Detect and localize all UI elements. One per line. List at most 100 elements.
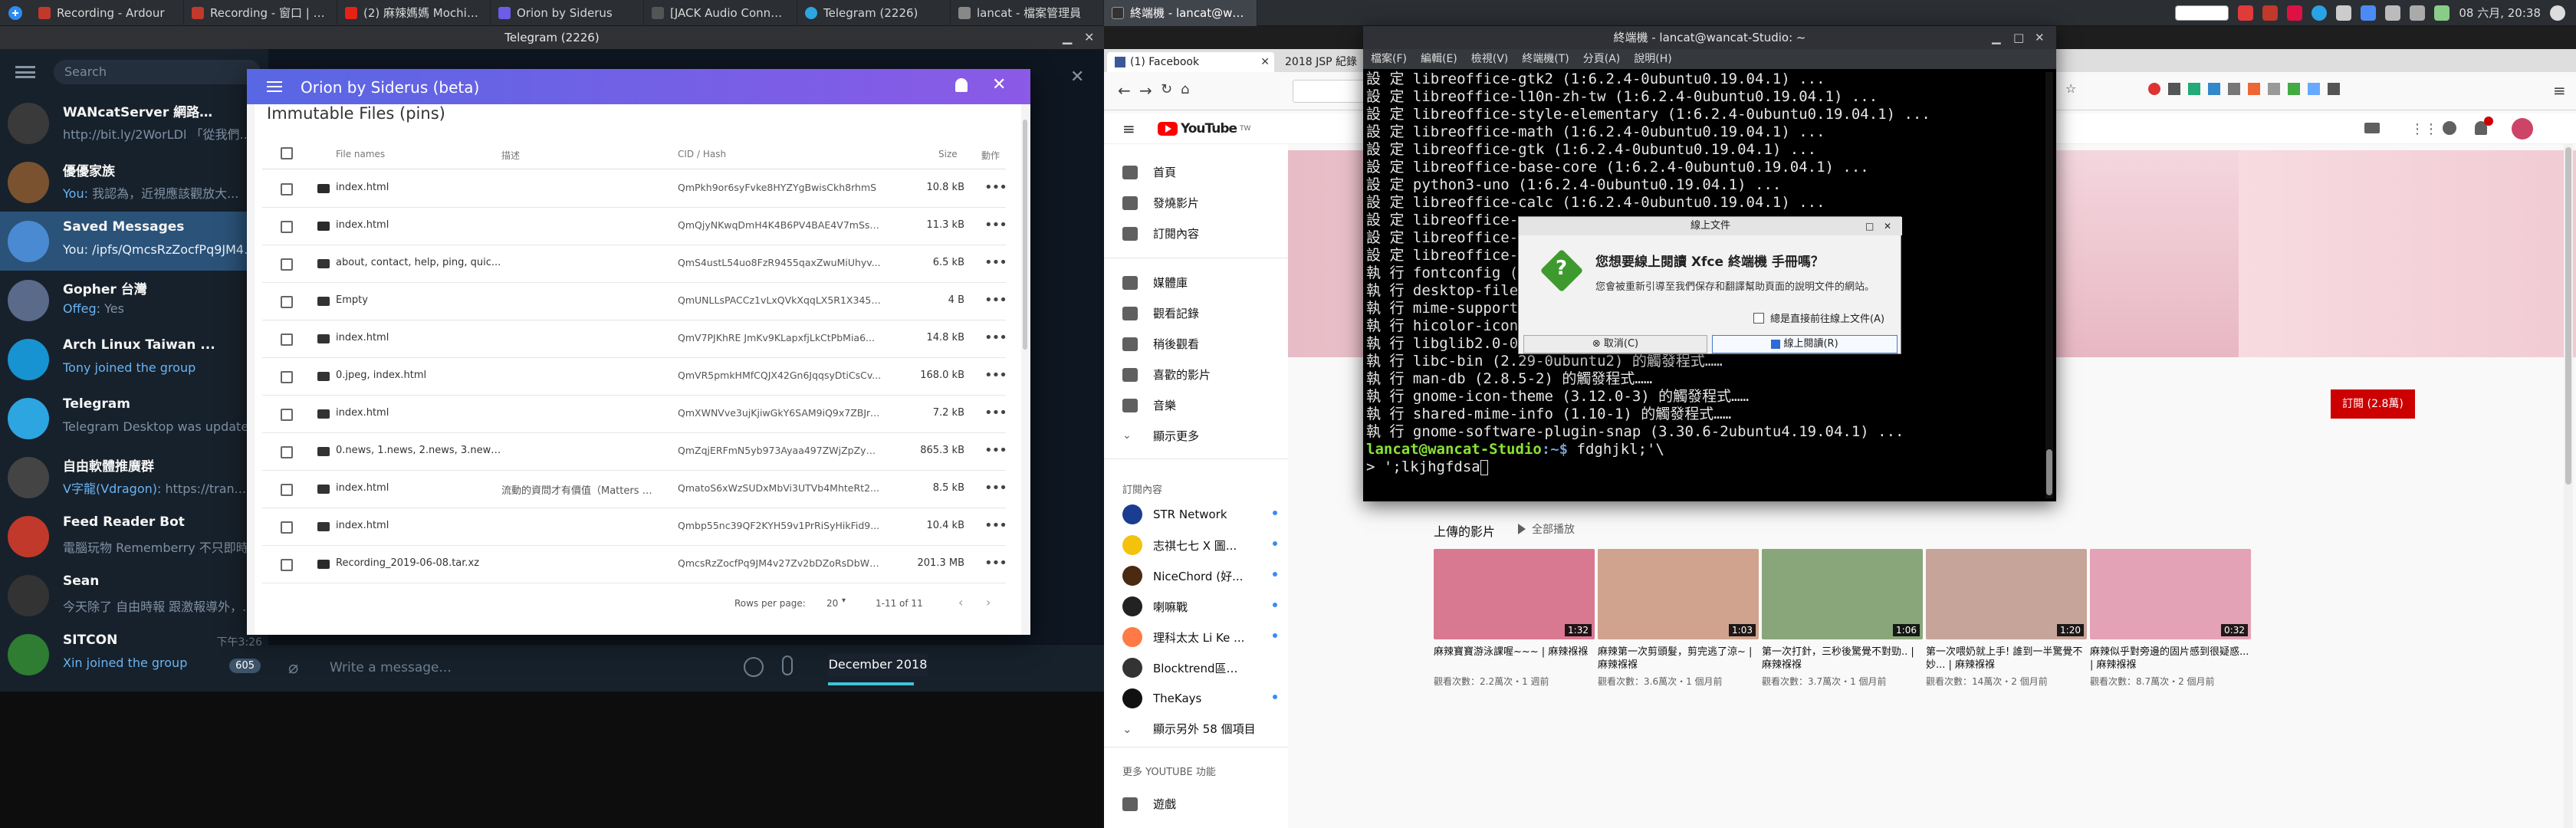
reload-icon[interactable]: ↻ — [1161, 81, 1172, 97]
rows-per-page-select[interactable]: 20 — [826, 598, 838, 609]
close-button[interactable]: ✕ — [2035, 26, 2045, 49]
extension-icon[interactable] — [2308, 83, 2320, 95]
row-checkbox[interactable] — [281, 258, 293, 271]
guide-item-watch-later[interactable]: 稍後觀看 — [1122, 336, 1199, 352]
video-card[interactable]: 1:20 第一次喂奶就上手! 誰到一半驚覺不妙... | 麻辣褓褓 觀看次數：14萬… — [1926, 549, 2087, 688]
guide-item-gaming[interactable]: 遊戲 — [1122, 796, 1176, 812]
row-checkbox[interactable] — [281, 409, 293, 421]
skype-icon[interactable] — [2312, 5, 2328, 21]
menu-tabs[interactable]: 分頁(A) — [1583, 49, 1621, 69]
chat-item[interactable]: Arch Linux Taiwan ... Tony joined the gro… — [0, 330, 268, 389]
youtube-logo[interactable]: YouTube TW — [1158, 121, 1250, 136]
column-header-size[interactable]: Size — [938, 149, 958, 159]
scrollbar[interactable] — [1023, 120, 1027, 350]
browser-menu-icon[interactable]: ≡ — [2553, 81, 2566, 100]
guide-menu-icon[interactable]: ≡ — [1122, 120, 1135, 138]
hamburger-menu-icon[interactable] — [15, 66, 35, 78]
task-jack[interactable]: [JACK Audio Connection Ki... — [644, 0, 797, 26]
chat-item[interactable]: SITCON 下午3:26 Xin joined the group 605 — [0, 625, 268, 684]
menu-edit[interactable]: 編輯(E) — [1421, 49, 1457, 69]
play-all-button[interactable]: 全部播放 — [1518, 521, 1575, 537]
task-ardour-recording[interactable]: Recording - Ardour — [31, 0, 184, 26]
tab-jsp[interactable]: 2018 JSP 紀錄網... — [1277, 52, 1369, 88]
chat-item[interactable]: Sean 今天除了 自由時報 跟激報導外，... — [0, 566, 268, 625]
message-input[interactable]: Write a message... — [330, 660, 452, 675]
uploads-title[interactable]: 上傳的影片 — [1434, 521, 1495, 540]
video-title[interactable]: 第一次喂奶就上手! 誰到一半驚覺不妙... | 麻辣褓褓 — [1926, 646, 2087, 672]
extension-icon[interactable] — [2288, 83, 2300, 95]
microphone-icon[interactable] — [782, 656, 793, 675]
close-button[interactable]: ✕ — [1884, 217, 1891, 235]
shield-icon[interactable] — [2336, 5, 2352, 21]
chat-item-saved-messages[interactable]: Saved Messages You: /ipfs/QmcsRzZocfPq9JM… — [0, 212, 268, 271]
menu-file[interactable]: 檔案(F) — [1371, 49, 1407, 69]
extension-icon[interactable] — [2208, 83, 2220, 95]
bluetooth-icon[interactable] — [2361, 5, 2377, 21]
menu-help[interactable]: 說明(H) — [1634, 49, 1671, 69]
subscription-item[interactable]: 志祺七七 X 圖... — [1122, 535, 1283, 555]
row-checkbox[interactable] — [281, 446, 293, 458]
task-terminal[interactable]: 終端機 - lancat@wancat-Studio: ~ — [1104, 0, 1257, 26]
file-row[interactable]: 0.news, 1.news, 2.news, 3.news... QmZqjER… — [262, 433, 1007, 471]
extension-icon[interactable] — [2188, 83, 2200, 95]
video-card[interactable]: 1:03 麻辣第一次剪頭髮，剪完逃了涼~ | 麻辣褓褓 觀看次數：3.6萬次・1 個… — [1598, 549, 1759, 688]
guide-item-show-more[interactable]: ⌄ 顯示更多 — [1122, 428, 1199, 444]
row-checkbox[interactable] — [281, 371, 293, 383]
minimize-button[interactable]: ▁ — [1992, 26, 2001, 49]
menu-view[interactable]: 檢視(V) — [1471, 49, 1509, 69]
maximize-button[interactable]: □ — [1865, 217, 1874, 235]
chat-item[interactable]: 優優家族 You: 我認為，近視應該觀放大... — [0, 153, 268, 212]
file-row[interactable]: index.html 流動的資問才有價值（Matters 如... QmatoS6x… — [262, 471, 1007, 508]
back-icon[interactable]: ← — [1118, 81, 1131, 100]
task-ardour-mixer[interactable]: Recording - 窗口 | 混音器 - — [184, 0, 337, 26]
home-icon[interactable]: ⌂ — [1181, 81, 1189, 97]
extension-icon[interactable] — [2248, 83, 2260, 95]
column-header-cid[interactable]: CID / Hash — [678, 149, 726, 159]
whisker-menu-button[interactable] — [0, 0, 31, 26]
task-orion[interactable]: Orion by Siderus — [491, 0, 644, 26]
extension-icon[interactable] — [2328, 83, 2340, 95]
emoji-icon[interactable] — [744, 657, 764, 677]
row-checkbox[interactable] — [281, 296, 293, 308]
read-online-button[interactable]: 線上閱讀(R) — [1712, 335, 1898, 353]
menu-terminal[interactable]: 終端機(T) — [1522, 49, 1569, 69]
close-icon[interactable]: ✕ — [992, 75, 1006, 94]
account-avatar[interactable] — [2512, 118, 2533, 140]
page-scrollbar[interactable] — [2564, 144, 2573, 828]
more-actions-icon[interactable]: ••• — [984, 217, 1007, 233]
chat-item[interactable]: Feed Reader Bot 電腦玩物 Rememberry 不只即時... — [0, 507, 268, 566]
select-all-checkbox[interactable] — [281, 147, 293, 159]
file-row[interactable]: index.html QmXWNVve3ujKjiwGkY6SAM9iQ9x7ZB… — [262, 396, 1007, 433]
subscription-item[interactable]: STR Network — [1122, 504, 1283, 524]
video-thumbnail[interactable]: 0:32 — [2090, 549, 2251, 639]
file-row[interactable]: index.html QmV7PJKhRE JmKv9KLapxfjLkCtPbM… — [262, 320, 1007, 358]
more-actions-icon[interactable]: ••• — [984, 518, 1007, 534]
more-actions-icon[interactable]: ••• — [984, 555, 1007, 571]
prev-page-icon[interactable]: ‹ — [958, 595, 963, 610]
column-header-description[interactable]: 描述 — [501, 149, 520, 162]
extension-icon[interactable] — [2148, 83, 2160, 95]
bell-icon[interactable] — [955, 78, 968, 92]
extension-icon[interactable] — [2268, 83, 2280, 95]
volume-icon[interactable] — [2410, 5, 2426, 21]
close-tab-icon[interactable]: ✕ — [1260, 52, 1270, 72]
video-thumbnail[interactable]: 1:06 — [1762, 549, 1923, 639]
battery-icon[interactable] — [2434, 5, 2450, 21]
next-page-icon[interactable]: › — [986, 595, 991, 610]
chat-item[interactable]: 自由軟體推廣群 V字龍(Vdragon): https://tran... — [0, 448, 268, 507]
more-actions-icon[interactable]: ••• — [984, 179, 1007, 196]
row-checkbox[interactable] — [281, 559, 293, 571]
more-actions-icon[interactable]: ••• — [984, 405, 1007, 421]
chat-item[interactable]: WANcatServer 網路行... http://bit.ly/2WorLD… — [0, 94, 268, 153]
chevron-down-icon[interactable]: ▾ — [842, 596, 846, 605]
row-checkbox[interactable] — [281, 221, 293, 233]
more-actions-icon[interactable]: ••• — [984, 292, 1007, 308]
file-row[interactable]: 0.jpeg, index.html QmVR5pmkHMfCQJX42Gn6Jq… — [262, 358, 1007, 396]
guide-item-history[interactable]: 觀看記錄 — [1122, 305, 1199, 321]
minimize-button[interactable]: ▁ — [1063, 26, 1072, 49]
subscription-item[interactable]: 喇嘛戰 — [1122, 596, 1283, 616]
task-file-manager[interactable]: lancat - 檔案管理員 — [951, 0, 1104, 26]
clock[interactable]: 08 六月, 20:38 — [2459, 5, 2541, 21]
subscribe-button[interactable]: 訂閱 (2.8萬) — [2331, 389, 2415, 419]
video-card[interactable]: 1:06 第一次打針，三秒後驚覺不對勁.. | 麻辣褓褓 觀看次數：3.7萬次・1 … — [1762, 549, 1923, 688]
